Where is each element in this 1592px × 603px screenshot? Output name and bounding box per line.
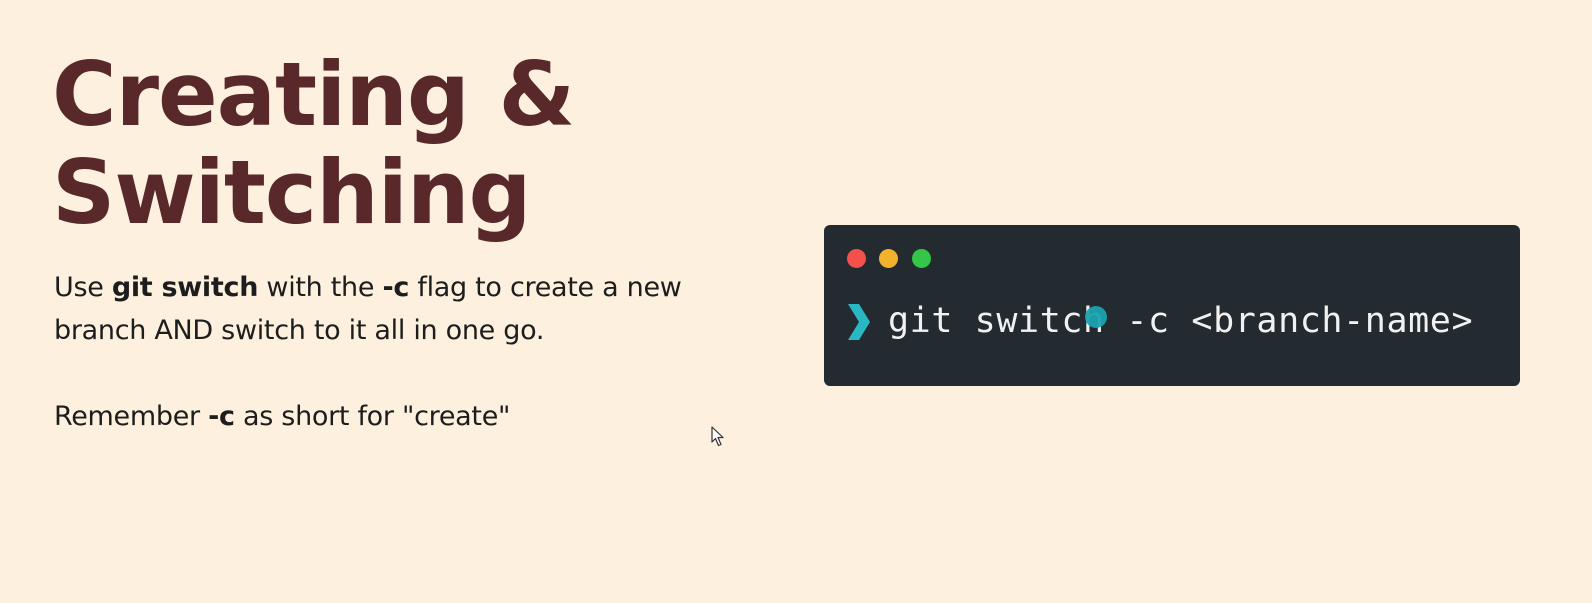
reminder-text-1: Remember xyxy=(54,401,209,432)
slide-title-line-1: Creating & xyxy=(52,43,575,146)
reminder-paragraph: Remember -c as short for "create" xyxy=(54,395,774,438)
description-command-bold: git switch xyxy=(111,272,259,303)
reminder-text-2: as short for "create" xyxy=(234,401,511,432)
slide-title: Creating & Switching xyxy=(52,43,575,244)
description-text-1: Use xyxy=(54,272,112,303)
mouse-pointer-icon xyxy=(711,426,724,447)
reminder-flag-bold: -c xyxy=(208,401,235,432)
close-dot-icon xyxy=(847,249,866,268)
description-paragraph: Use git switch with the -c flag to creat… xyxy=(54,266,774,352)
minimize-dot-icon xyxy=(879,249,898,268)
terminal-command: git switch -c <branch-name> xyxy=(888,301,1474,341)
chevron-right-icon xyxy=(848,304,870,340)
description-flag-bold: -c xyxy=(382,272,410,303)
click-indicator-icon xyxy=(1085,306,1107,328)
terminal-window: git switch -c <branch-name> xyxy=(824,225,1520,386)
slide: Creating & Switching Use git switch with… xyxy=(0,0,1592,603)
description-text-2: with the xyxy=(258,272,383,303)
maximize-dot-icon xyxy=(912,249,931,268)
slide-title-line-2: Switching xyxy=(52,141,532,244)
